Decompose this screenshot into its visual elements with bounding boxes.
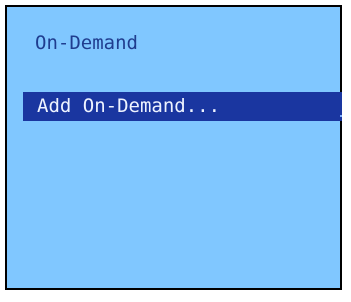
on-demand-screen: On-Demand Add On-Demand... <box>5 5 342 290</box>
menu-item-label: Add On-Demand... <box>37 95 221 117</box>
menu-item-add-on-demand[interactable]: Add On-Demand... <box>23 92 342 121</box>
selection-edge-mark <box>340 115 342 117</box>
page-title: On-Demand <box>35 32 138 54</box>
